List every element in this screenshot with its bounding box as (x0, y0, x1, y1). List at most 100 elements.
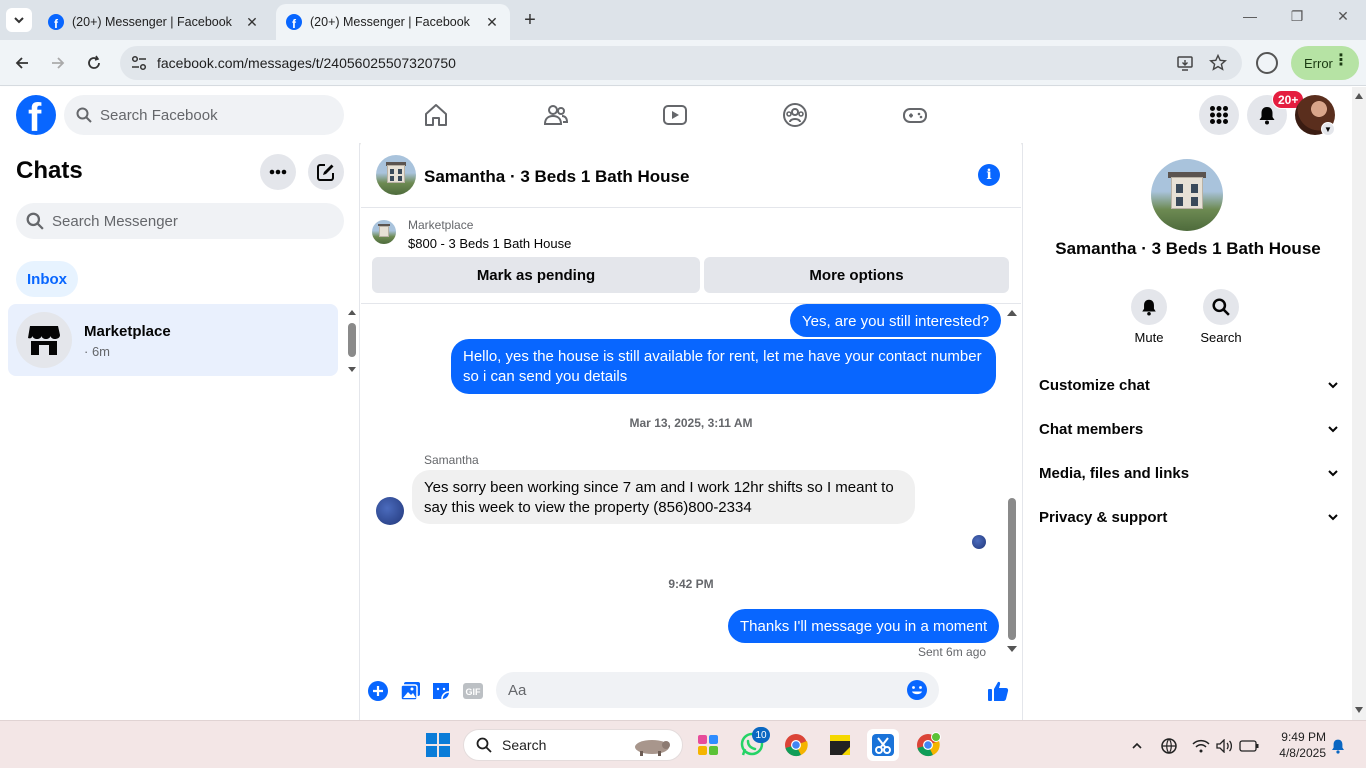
gif-button[interactable]: GIF (461, 679, 485, 703)
taskbar-snipping-tool-app[interactable] (867, 729, 899, 761)
message-timestamp: Mar 13, 2025, 3:11 AM (629, 416, 753, 430)
mark-as-pending-button[interactable]: Mark as pending (372, 257, 700, 293)
message-bubble-outgoing[interactable]: Thanks I'll message you in a moment (728, 609, 1000, 643)
volume-button[interactable] (1214, 735, 1236, 757)
browser-tab-2[interactable]: f (20+) Messenger | Facebook ✕ (276, 4, 510, 40)
message-bubble-outgoing[interactable]: Yes, are you still interested? (790, 304, 1002, 337)
new-message-button[interactable] (308, 154, 344, 190)
browser-profile-icon[interactable] (1256, 52, 1278, 74)
section-label: Privacy & support (1039, 508, 1168, 526)
read-receipt-avatar (972, 535, 986, 549)
close-tab-icon[interactable]: ✕ (484, 14, 500, 31)
browser-error-button[interactable]: Error ⋮ (1291, 46, 1359, 80)
composer-placeholder: Aa (508, 682, 527, 699)
address-bar[interactable]: facebook.com/messages/t/2405602550732075… (120, 46, 1242, 80)
search-placeholder: Search Facebook (100, 106, 218, 124)
sticker-button[interactable] (429, 679, 453, 703)
copilot-icon (698, 735, 718, 755)
site-info-icon[interactable] (130, 54, 148, 72)
reload-icon (88, 55, 100, 69)
taskbar-search-input[interactable]: Search (463, 729, 683, 761)
customize-chat-section[interactable]: Customize chat (1039, 370, 1339, 400)
nav-gaming[interactable] (897, 97, 933, 133)
marketplace-store-icon (28, 326, 60, 355)
chat-details-panel: Samantha · 3 Beds 1 Bath House Mute Sear… (1022, 143, 1352, 720)
notification-center-button[interactable] (1327, 735, 1349, 757)
chat-list-item[interactable]: Marketplace · 6m (8, 304, 338, 376)
arrow-left-icon (15, 57, 28, 69)
more-vertical-icon: ⋮ (1333, 52, 1349, 69)
close-tab-icon[interactable]: ✕ (244, 14, 260, 31)
reload-button[interactable] (82, 51, 106, 75)
install-app-icon[interactable] (1175, 53, 1195, 73)
back-button[interactable] (10, 51, 34, 75)
listing-thumbnail[interactable] (372, 220, 396, 244)
inbox-filter-tab[interactable]: Inbox (16, 261, 78, 297)
minimize-window-button[interactable]: — (1236, 8, 1264, 24)
menu-button[interactable] (1199, 95, 1239, 135)
nav-video[interactable] (657, 97, 693, 133)
snipping-tool-icon (872, 734, 894, 756)
search-icon (26, 212, 44, 230)
listing-title[interactable]: $800 - 3 Beds 1 Bath House (408, 236, 571, 251)
bookmark-star-icon[interactable] (1208, 53, 1228, 73)
chat-details-avatar[interactable] (1151, 159, 1223, 231)
nav-friends[interactable] (538, 97, 574, 133)
sender-avatar[interactable] (376, 497, 404, 525)
wifi-button[interactable] (1190, 735, 1212, 757)
taskbar-chrome-profile-app[interactable] (912, 729, 944, 761)
conversation-avatar[interactable] (376, 155, 416, 195)
tab-search-button[interactable] (6, 8, 32, 32)
tray-network-app[interactable] (1158, 735, 1180, 757)
conversation-title[interactable]: Samantha · 3 Beds 1 Bath House (424, 167, 689, 187)
attach-photo-button[interactable] (398, 679, 422, 703)
chat-members-section[interactable]: Chat members (1039, 414, 1339, 444)
nav-groups[interactable] (777, 97, 813, 133)
browser-toolbar: facebook.com/messages/t/2405602550732075… (0, 40, 1366, 86)
messenger-search-input[interactable]: Search Messenger (16, 203, 344, 239)
close-window-button[interactable]: ✕ (1329, 8, 1357, 25)
info-icon[interactable]: i (978, 164, 1000, 186)
emoji-icon[interactable] (906, 679, 928, 701)
chat-list-scrollbar[interactable] (347, 306, 357, 376)
facebook-favicon-icon: f (286, 14, 302, 30)
facebook-logo[interactable]: f (16, 95, 56, 135)
marketplace-listing-bar: Marketplace $800 - 3 Beds 1 Bath House M… (361, 208, 1021, 304)
taskbar-copilot-app[interactable] (692, 729, 724, 761)
show-hidden-icons-button[interactable] (1126, 735, 1148, 757)
facebook-search-input[interactable]: Search Facebook (64, 95, 344, 135)
message-composer-input[interactable]: Aa (496, 672, 939, 708)
chevron-down-icon (1328, 514, 1338, 521)
section-label: Chat members (1039, 420, 1144, 438)
more-options-button[interactable]: More options (704, 257, 1009, 293)
taskbar-chrome-app[interactable] (780, 729, 812, 761)
forward-button[interactable] (46, 51, 70, 75)
browser-tab-1[interactable]: f (20+) Messenger | Facebook ✕ (38, 4, 270, 40)
clock-time: 9:49 PM (1281, 730, 1326, 744)
search-in-conversation-button[interactable]: Search (1185, 289, 1257, 345)
privacy-support-section[interactable]: Privacy & support (1039, 502, 1339, 532)
conversation-scrollbar[interactable] (1006, 306, 1018, 656)
message-bubble-outgoing[interactable]: Hello, yes the house is still available … (451, 339, 996, 394)
maximize-window-button[interactable]: ❐ (1283, 8, 1311, 25)
page-scrollbar[interactable] (1352, 87, 1366, 720)
new-tab-button[interactable]: + (518, 8, 542, 32)
menu-grid-icon (1210, 106, 1228, 124)
message-sender-name: Samantha (424, 453, 479, 467)
taskbar-clock[interactable]: 9:49 PM 4/8/2025 (1268, 729, 1326, 761)
windows-start-icon[interactable] (426, 733, 450, 757)
chats-options-button[interactable] (260, 154, 296, 190)
taskbar-notes-app[interactable] (824, 729, 856, 761)
chevron-down-icon[interactable]: ▼ (1321, 122, 1335, 136)
gif-icon: GIF (463, 683, 483, 699)
media-files-links-section[interactable]: Media, files and links (1039, 458, 1339, 488)
like-button[interactable] (986, 679, 1010, 703)
battery-button[interactable] (1238, 735, 1260, 757)
nav-home[interactable] (418, 97, 454, 133)
home-icon (425, 104, 447, 126)
video-icon (663, 105, 687, 125)
message-bubble-incoming[interactable]: Yes sorry been working since 7 am and I … (412, 470, 915, 524)
mute-button[interactable]: Mute (1113, 289, 1185, 345)
more-actions-button[interactable] (366, 679, 390, 703)
search-icon (476, 737, 492, 753)
